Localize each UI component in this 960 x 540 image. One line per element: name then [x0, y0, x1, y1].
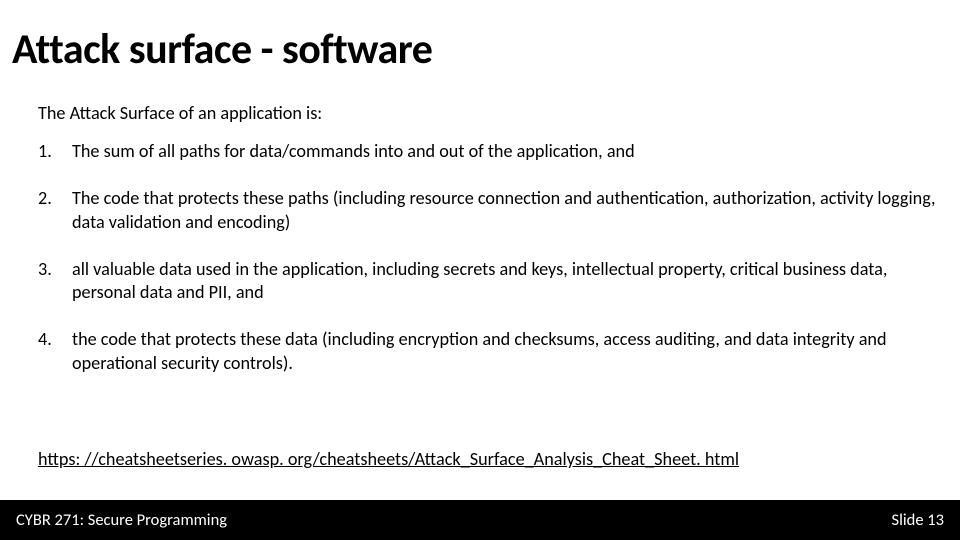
item-text: the code that protects these data (inclu… [72, 328, 938, 375]
slide-number: Slide 13 [892, 510, 945, 530]
slide-title: Attack surface - software [12, 24, 432, 75]
slide: Attack surface - software The Attack Sur… [0, 0, 960, 540]
list-item: 3. all valuable data used in the applica… [38, 258, 938, 305]
list-item: 2. The code that protects these paths (i… [38, 187, 938, 234]
footer-bar: CYBR 271: Secure Programming Slide 13 [0, 500, 960, 540]
list-item: 4. the code that protects these data (in… [38, 328, 938, 375]
intro-text: The Attack Surface of an application is: [38, 102, 322, 124]
reference-link[interactable]: https: //cheatsheetseries. owasp. org/ch… [38, 448, 739, 470]
item-text: all valuable data used in the applicatio… [72, 258, 938, 305]
item-text: The code that protects these paths (incl… [72, 187, 938, 234]
item-text: The sum of all paths for data/commands i… [72, 140, 938, 163]
course-label: CYBR 271: Secure Programming [16, 510, 227, 530]
definition-list: 1. The sum of all paths for data/command… [38, 140, 938, 399]
item-number: 1. [38, 140, 72, 163]
list-item: 1. The sum of all paths for data/command… [38, 140, 938, 163]
item-number: 3. [38, 258, 72, 305]
item-number: 4. [38, 328, 72, 375]
item-number: 2. [38, 187, 72, 234]
